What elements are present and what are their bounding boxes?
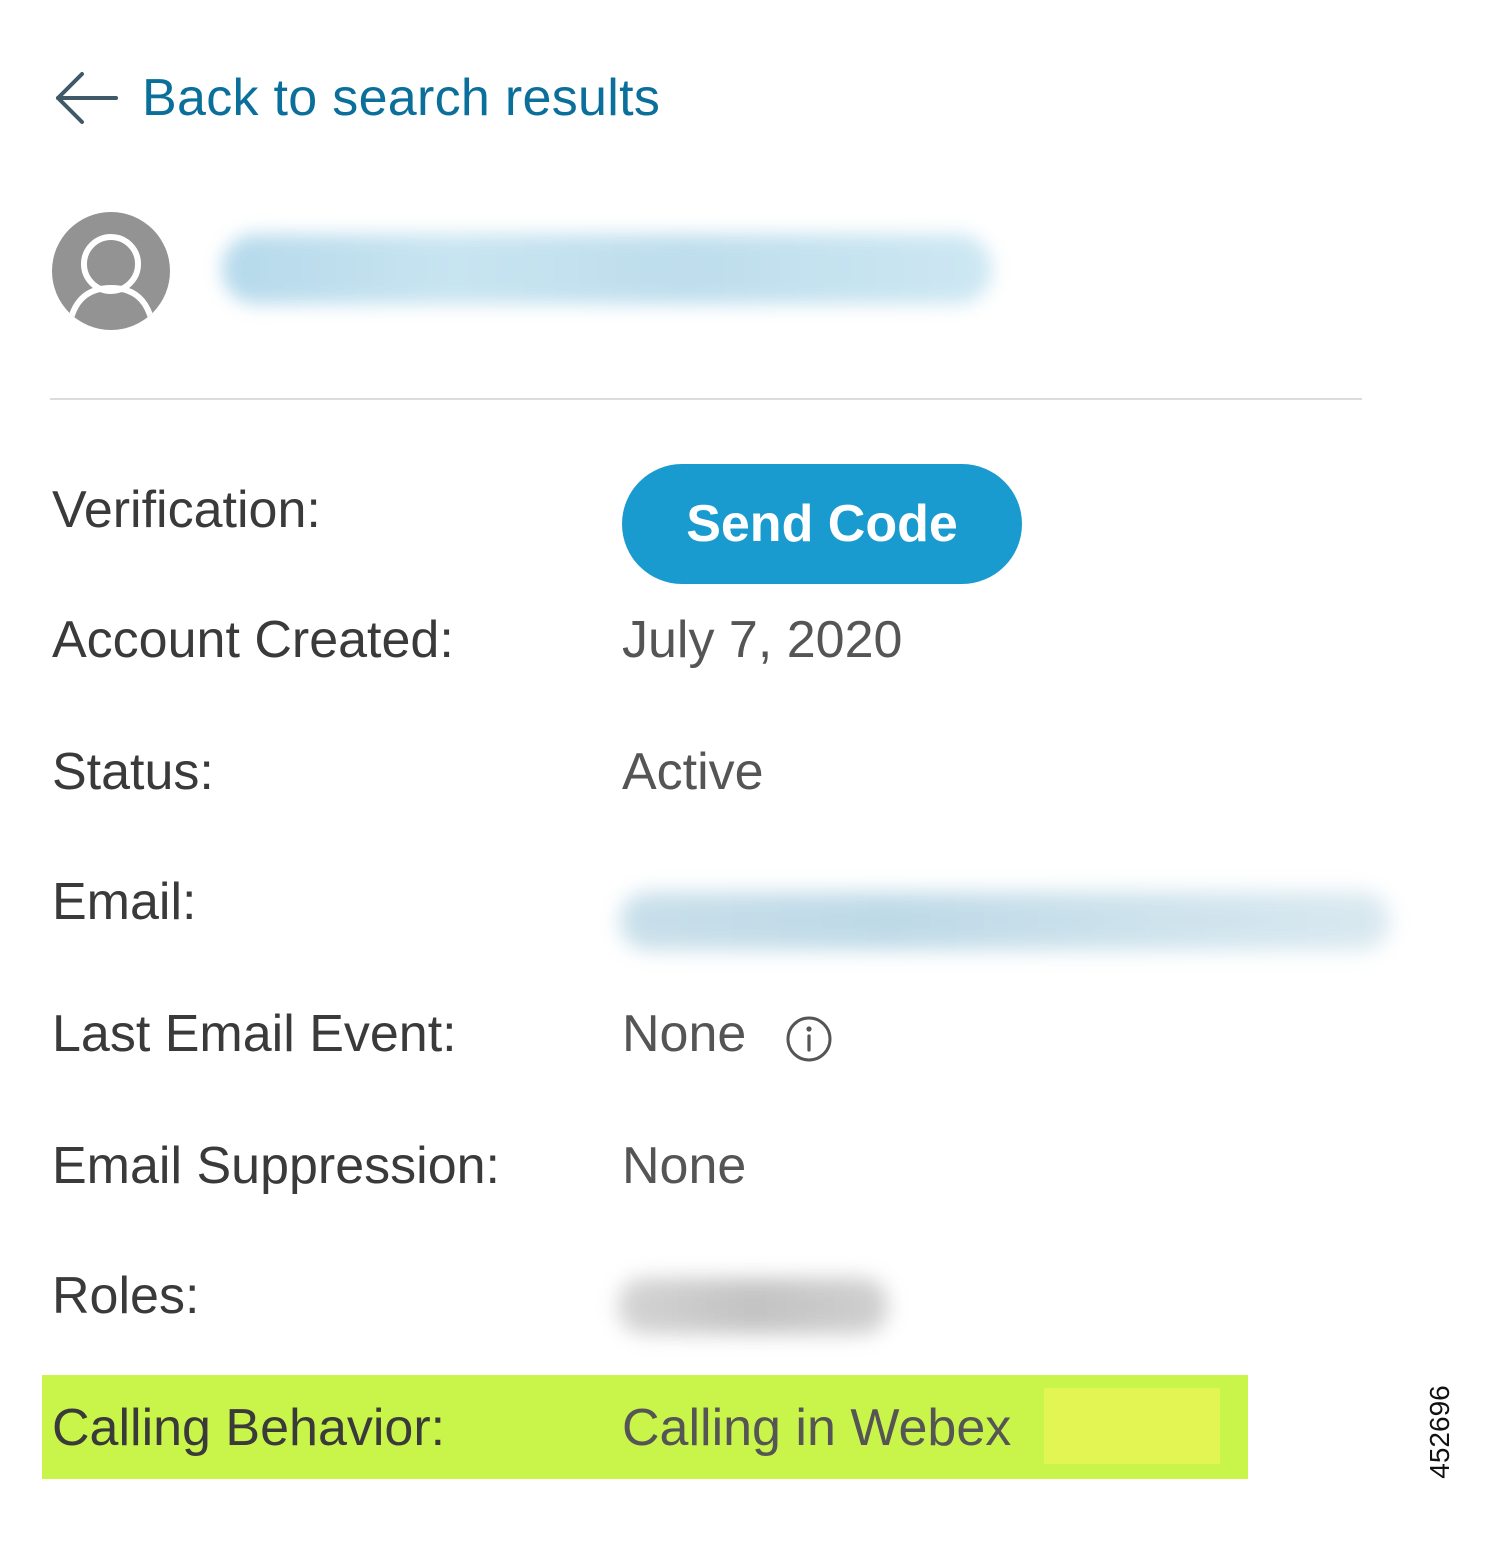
email-suppression-row: Email Suppression: None [52, 1136, 1392, 1236]
verification-label: Verification: [52, 481, 321, 539]
account-created-label: Account Created: [52, 611, 454, 669]
last-email-event-label: Last Email Event: [52, 1005, 457, 1063]
status-label: Status: [52, 743, 214, 801]
email-suppression-value: None [622, 1137, 747, 1195]
email-value-redacted [620, 892, 1390, 950]
user-icon [67, 234, 155, 323]
last-email-event-value: None [622, 1005, 747, 1063]
account-created-row: Account Created: July 7, 2020 [52, 610, 1392, 710]
verification-row: Verification: Send Code [52, 464, 1392, 584]
user-name-redacted [222, 234, 992, 304]
roles-row: Roles: [52, 1266, 1392, 1366]
calling-behavior-label: Calling Behavior: [52, 1399, 446, 1457]
user-header [52, 212, 1372, 332]
calling-behavior-row: Calling Behavior: Calling in Webex [52, 1398, 1392, 1498]
figure-id: 452696 [1424, 1385, 1455, 1479]
email-suppression-label: Email Suppression: [52, 1137, 500, 1195]
calling-behavior-value: Calling in Webex [622, 1399, 1012, 1457]
email-row: Email: [52, 872, 1392, 972]
roles-value-redacted [618, 1278, 888, 1334]
info-icon[interactable] [784, 1014, 834, 1064]
arrow-left-icon [52, 68, 118, 128]
email-label: Email: [52, 873, 197, 931]
avatar [52, 212, 170, 330]
divider [50, 398, 1362, 400]
last-email-event-row: Last Email Event: None [52, 1004, 1392, 1104]
back-to-search-results-link[interactable]: Back to search results [52, 68, 660, 128]
account-created-value: July 7, 2020 [622, 611, 903, 669]
status-value: Active [622, 743, 764, 801]
send-code-button[interactable]: Send Code [622, 464, 1022, 584]
roles-label: Roles: [52, 1267, 200, 1325]
status-row: Status: Active [52, 742, 1392, 842]
back-link-label: Back to search results [142, 69, 661, 127]
